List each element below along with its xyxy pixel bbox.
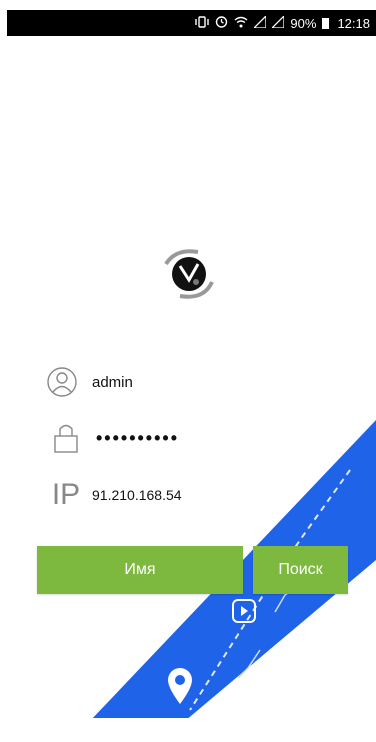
ip-row: IP 91.210.168.54 (46, 475, 182, 515)
location-pin-icon (166, 666, 194, 706)
top-margin (0, 0, 376, 10)
clock: 12:18 (337, 15, 370, 31)
app-logo (158, 246, 220, 302)
username-input[interactable]: admin (92, 374, 133, 391)
ip-label: IP (51, 478, 81, 511)
password-input[interactable]: •••••••••• (96, 428, 179, 449)
status-bar: 90% 12:18 (7, 10, 376, 36)
bottom-margin (0, 718, 376, 742)
lock-icon (46, 418, 86, 458)
wifi-icon (234, 16, 248, 31)
signal-icon (252, 13, 268, 31)
battery-percent: 90% (290, 15, 317, 31)
name-button[interactable]: Имя (37, 546, 243, 594)
battery-icon (322, 17, 330, 29)
app-screen: 90% 12:18 admin •••••••••• IP 91.210.168… (0, 0, 376, 742)
vibrate-icon (195, 15, 210, 31)
signal-icon (270, 13, 286, 31)
alarm-icon (215, 15, 228, 31)
play-icon[interactable] (231, 598, 257, 624)
ip-icon: IP (46, 475, 86, 515)
search-button[interactable]: Поиск (253, 546, 348, 594)
user-icon (42, 362, 82, 402)
ip-address-input[interactable]: 91.210.168.54 (92, 487, 182, 503)
username-row: admin (42, 362, 133, 402)
password-row: •••••••••• (46, 418, 179, 458)
